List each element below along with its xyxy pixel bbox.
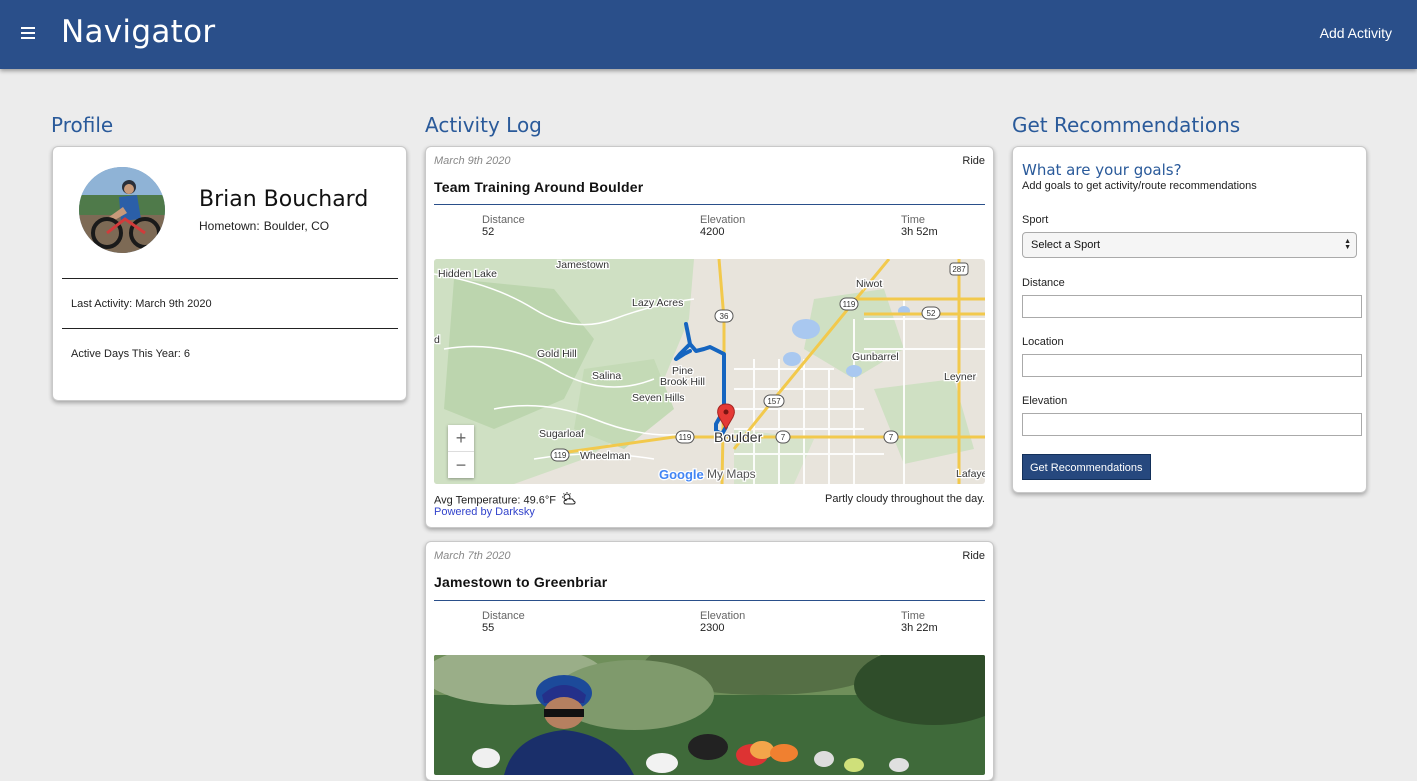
distance-label: Distance bbox=[482, 610, 525, 622]
sport-label: Sport bbox=[1022, 214, 1049, 226]
elevation-label: Elevation bbox=[1022, 395, 1068, 407]
time-label: Time bbox=[901, 610, 926, 622]
avatar bbox=[79, 167, 165, 253]
sport-select-value: Select a Sport bbox=[1031, 239, 1101, 251]
activity-card[interactable]: March 9th 2020 Ride Team Training Around… bbox=[425, 146, 994, 528]
map-place-label: Niwot bbox=[856, 278, 882, 290]
sport-select[interactable]: Select a Sport ▲ ▼ bbox=[1022, 232, 1357, 258]
get-recommendations-button[interactable]: Get Recommendations bbox=[1022, 454, 1151, 480]
elevation-input[interactable] bbox=[1022, 413, 1362, 436]
elevation-label: Elevation bbox=[700, 610, 746, 622]
mymaps-attribution: My Maps bbox=[707, 467, 756, 481]
zoom-out-button[interactable]: − bbox=[448, 451, 474, 478]
map-highway-label: 119 bbox=[679, 433, 692, 442]
partly-cloudy-icon bbox=[561, 492, 577, 509]
map-highway-label: 52 bbox=[927, 309, 936, 318]
recommendations-card: What are your goals? Add goals to get ac… bbox=[1012, 146, 1367, 493]
activity-type: Ride bbox=[962, 155, 985, 167]
activity-title[interactable]: Jamestown to Greenbriar bbox=[434, 574, 607, 590]
activity-type: Ride bbox=[962, 550, 985, 562]
elevation-value: 4200 bbox=[700, 226, 725, 238]
map-highway-label: 7 bbox=[889, 433, 894, 442]
route-map[interactable]: 287 119 36 52 157 7 119 7 119 Hidden Lak… bbox=[434, 259, 985, 484]
weather-summary: Partly cloudy throughout the day. bbox=[824, 493, 985, 505]
title-divider bbox=[434, 600, 985, 601]
zoom-in-button[interactable]: + bbox=[448, 425, 474, 451]
map-place-label: Brook Hill bbox=[660, 376, 705, 388]
map-highway-label: 119 bbox=[554, 451, 567, 460]
map-highway-label: 7 bbox=[781, 433, 786, 442]
distance-value: 55 bbox=[482, 622, 495, 634]
map-place-label: Hidden Lake bbox=[438, 268, 497, 280]
map-place-label: Gold Hill bbox=[537, 348, 577, 360]
elevation-stat: Elevation 2300 bbox=[700, 610, 745, 634]
map-place-label: Lazy Acres bbox=[632, 297, 683, 309]
hometown: Hometown: Boulder, CO bbox=[199, 219, 329, 233]
map-place-label: Lafaye bbox=[956, 468, 985, 480]
last-activity: Last Activity: March 9th 2020 bbox=[71, 298, 212, 310]
profile-section-title: Profile bbox=[51, 113, 114, 137]
elevation-value: 2300 bbox=[700, 622, 725, 634]
distance-label: Distance bbox=[482, 214, 525, 226]
map-place-label: Gunbarrel bbox=[852, 351, 899, 363]
powered-by-darksky-link[interactable]: Powered by Darksky bbox=[434, 506, 535, 518]
map-place-label: Leyner bbox=[944, 371, 977, 383]
map-place-label: Sugarloaf bbox=[539, 428, 584, 440]
activity-date: March 9th 2020 bbox=[434, 155, 511, 167]
map-zoom-controls: + − bbox=[448, 425, 474, 478]
activity-title[interactable]: Team Training Around Boulder bbox=[434, 179, 643, 195]
time-value: 3h 22m bbox=[901, 622, 938, 634]
time-label: Time bbox=[901, 214, 926, 226]
distance-label: Distance bbox=[1022, 277, 1065, 289]
map-place-label: Salina bbox=[592, 370, 621, 382]
hamburger-menu-icon[interactable] bbox=[21, 27, 35, 39]
location-input[interactable] bbox=[1022, 354, 1362, 377]
activity-log-section-title: Activity Log bbox=[425, 113, 542, 137]
map-highway-label: 157 bbox=[767, 397, 781, 406]
hometown-label: Hometown: bbox=[199, 219, 260, 233]
profile-divider bbox=[62, 328, 398, 329]
time-value: 3h 52m bbox=[901, 226, 938, 238]
goals-subtitle: Add goals to get activity/route recommen… bbox=[1022, 180, 1257, 192]
active-days: Active Days This Year: 6 bbox=[71, 348, 191, 360]
app-brand-title[interactable]: Navigator bbox=[61, 14, 215, 50]
hometown-value: Boulder, CO bbox=[263, 219, 330, 233]
elevation-label: Elevation bbox=[700, 214, 746, 226]
profile-divider bbox=[62, 278, 398, 279]
distance-stat: Distance 55 bbox=[482, 610, 525, 634]
profile-card: Brian Bouchard Hometown: Boulder, CO Last… bbox=[52, 146, 407, 401]
top-app-bar: Navigator Add Activity bbox=[0, 0, 1417, 69]
map-place-label: Boulder bbox=[714, 429, 763, 445]
map-highway-label: 287 bbox=[952, 265, 966, 274]
location-label: Location bbox=[1022, 336, 1064, 348]
avg-temperature-text: Avg Temperature: 49.6°F bbox=[434, 494, 557, 507]
goals-title: What are your goals? bbox=[1022, 161, 1182, 179]
profile-name: Brian Bouchard bbox=[199, 187, 369, 212]
map-place-label: Seven Hills bbox=[632, 392, 685, 404]
activity-photo bbox=[434, 655, 985, 775]
title-divider bbox=[434, 204, 985, 205]
time-stat: Time 3h 52m bbox=[901, 214, 938, 238]
recommendations-section-title: Get Recommendations bbox=[1012, 113, 1241, 137]
map-place-label: d bbox=[434, 334, 440, 346]
elevation-stat: Elevation 4200 bbox=[700, 214, 745, 238]
distance-value: 52 bbox=[482, 226, 495, 238]
activity-date: March 7th 2020 bbox=[434, 550, 511, 562]
activity-card[interactable]: March 7th 2020 Ride Jamestown to Greenbr… bbox=[425, 541, 994, 781]
map-place-label: Jamestown bbox=[556, 259, 609, 271]
time-stat: Time 3h 22m bbox=[901, 610, 938, 634]
map-place-label: Wheelman bbox=[580, 450, 630, 462]
distance-stat: Distance 52 bbox=[482, 214, 525, 238]
map-highway-label: 36 bbox=[720, 312, 729, 321]
select-arrows-icon: ▲ ▼ bbox=[1344, 238, 1351, 251]
add-activity-link[interactable]: Add Activity bbox=[1320, 25, 1392, 41]
distance-input[interactable] bbox=[1022, 295, 1362, 318]
google-attribution: Google bbox=[659, 467, 704, 482]
map-highway-label: 119 bbox=[843, 300, 856, 309]
